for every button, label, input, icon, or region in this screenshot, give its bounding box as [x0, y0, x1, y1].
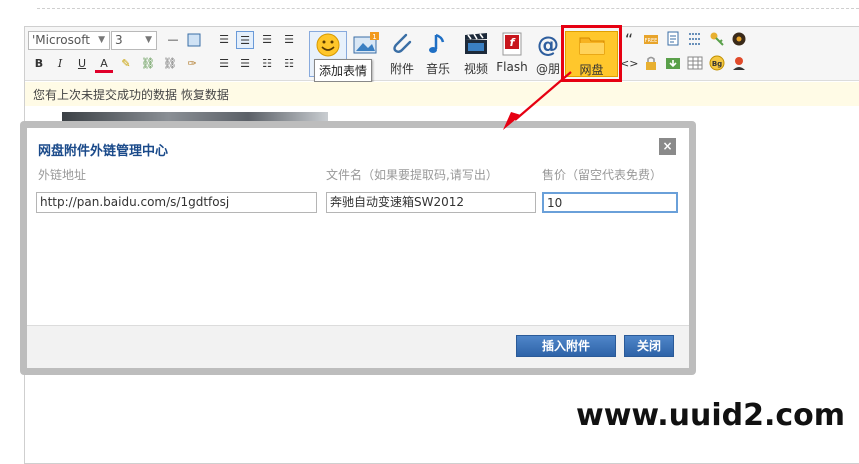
- bg-badge-icon[interactable]: Bg: [708, 55, 726, 73]
- clear-format-icon[interactable]: ✑: [183, 55, 201, 73]
- download-icon[interactable]: [664, 55, 682, 73]
- user-icon[interactable]: [730, 55, 748, 73]
- record-icon[interactable]: [730, 31, 748, 49]
- attachment-label: 附件: [389, 62, 414, 76]
- restore-data-link[interactable]: 恢复数据: [181, 88, 229, 102]
- pagebreak-icon[interactable]: [686, 31, 704, 49]
- price-input[interactable]: 10: [542, 192, 678, 213]
- bold-button[interactable]: B: [30, 55, 48, 73]
- top-divider: [37, 8, 859, 9]
- music-note-icon: [429, 33, 445, 53]
- font-family-value: 'Microsoft: [32, 33, 90, 47]
- unlink-icon[interactable]: ⛓: [161, 55, 179, 73]
- key-icon[interactable]: [708, 31, 726, 49]
- code-icon[interactable]: <>: [620, 55, 638, 73]
- align-right-icon[interactable]: ☰: [280, 31, 298, 49]
- font-color-button[interactable]: A: [95, 55, 113, 73]
- image-icon: 1: [353, 32, 379, 54]
- svg-text:FREE: FREE: [645, 38, 658, 44]
- chevron-down-icon: ▼: [98, 35, 105, 45]
- align-justify-icon[interactable]: ☰: [215, 31, 233, 49]
- close-icon[interactable]: ×: [659, 138, 676, 155]
- font-size-select[interactable]: 3 ▼: [111, 31, 157, 50]
- page-icon[interactable]: [664, 31, 682, 49]
- music-label: 音乐: [425, 62, 450, 76]
- close-button[interactable]: 关闭: [624, 335, 674, 357]
- netdisk-dialog: 网盘附件外链管理中心 × 外链地址 文件名（如果要提取码,请写出） 售价（留空代…: [27, 128, 689, 368]
- flash-icon: f: [502, 32, 522, 56]
- underline-button[interactable]: U: [73, 55, 91, 73]
- watermark: www.uuid2.com: [576, 398, 846, 433]
- music-button[interactable]: 音乐: [421, 31, 455, 77]
- emoticon-tooltip: 添加表情: [314, 59, 373, 82]
- restore-data-bar: 您有上次未提交成功的数据 恢复数据: [25, 82, 859, 106]
- dialog-title: 网盘附件外链管理中心: [38, 144, 169, 159]
- price-column-label: 售价（留空代表免费）: [542, 168, 663, 182]
- svg-text:1: 1: [372, 33, 376, 41]
- insert-attachment-button[interactable]: 插入附件: [516, 335, 616, 357]
- at-sign-icon: @: [537, 33, 559, 57]
- ordered-list-icon[interactable]: ☷: [258, 55, 276, 73]
- svg-text:@: @: [537, 33, 559, 57]
- highlight-icon[interactable]: ✎: [117, 55, 135, 73]
- dialog-footer: 插入附件 关闭: [27, 325, 689, 368]
- svg-text:Bg: Bg: [712, 60, 722, 68]
- bg-color-icon[interactable]: [185, 31, 203, 49]
- filename-column-label: 文件名（如果要提取码,请写出）: [326, 168, 498, 182]
- outdent-icon[interactable]: ☰: [236, 55, 254, 73]
- align-center-icon[interactable]: ☰: [258, 31, 276, 49]
- video-button[interactable]: 视频: [458, 31, 494, 77]
- video-label: 视频: [463, 62, 488, 76]
- paperclip-icon: [393, 33, 412, 53]
- attachment-button[interactable]: 附件: [385, 31, 419, 77]
- url-input[interactable]: http://pan.baidu.com/s/1gdtfosj: [36, 192, 317, 213]
- restore-message: 您有上次未提交成功的数据: [33, 88, 178, 102]
- free-tag-icon[interactable]: FREE: [642, 31, 660, 49]
- indent-icon[interactable]: ☰: [215, 55, 233, 73]
- quote-icon[interactable]: “: [620, 31, 638, 49]
- link-icon[interactable]: ⛓: [139, 55, 157, 73]
- horizontal-rule-icon[interactable]: —: [164, 31, 182, 49]
- url-column-label: 外链地址: [38, 168, 87, 182]
- filename-input[interactable]: 奔驰自动变速箱SW2012: [326, 192, 536, 213]
- lock-icon[interactable]: [642, 55, 660, 73]
- smiley-icon: [316, 33, 340, 57]
- font-family-select[interactable]: 'Microsoft ▼: [28, 31, 110, 50]
- clapperboard-icon: [465, 33, 487, 54]
- align-left-icon[interactable]: ☰: [236, 31, 254, 49]
- editor-toolbar: 'Microsoft ▼ 3 ▼ — ☰ ☰ ☰ ☰ B I U A ✎ ⛓ ⛓…: [25, 27, 859, 81]
- italic-button[interactable]: I: [51, 55, 69, 73]
- chevron-down-icon: ▼: [145, 35, 152, 45]
- font-size-value: 3: [115, 33, 123, 47]
- table-icon[interactable]: [686, 55, 704, 73]
- unordered-list-icon[interactable]: ☷: [280, 55, 298, 73]
- annotation-arrow: [503, 71, 572, 130]
